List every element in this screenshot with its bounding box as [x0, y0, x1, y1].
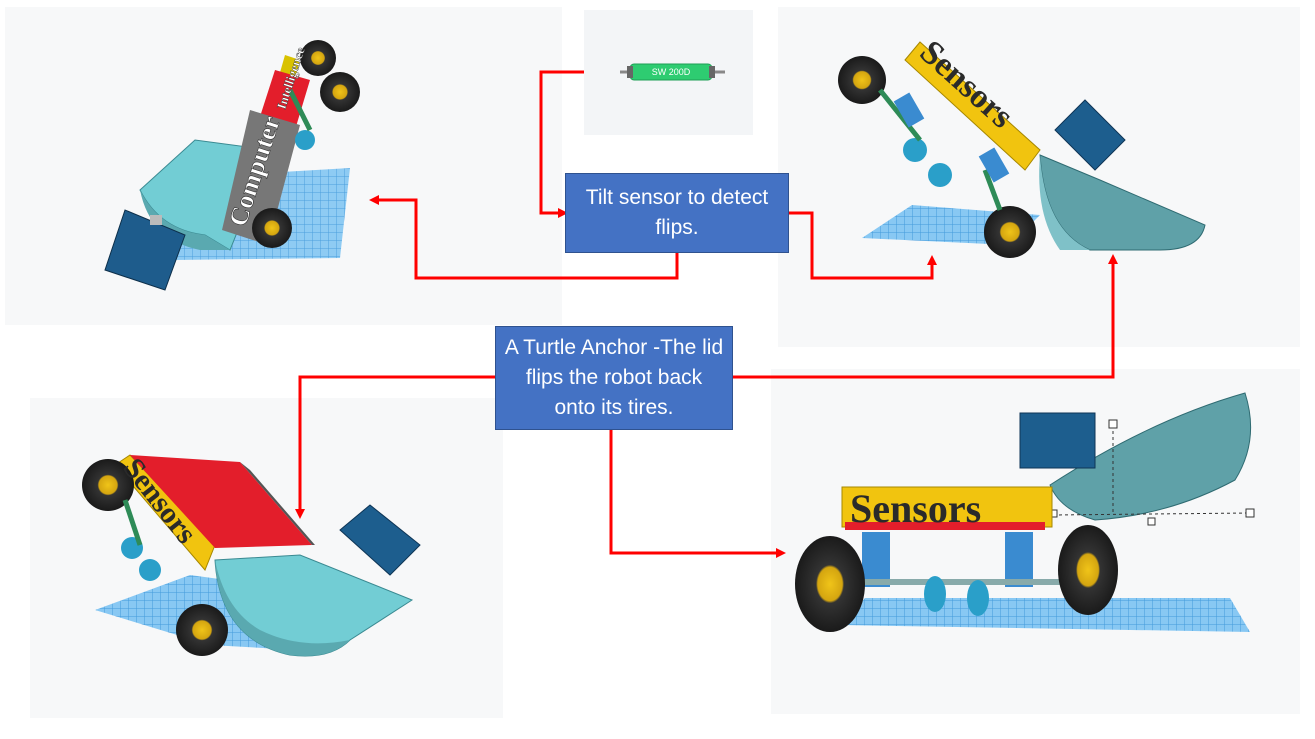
arrow-anchor-to-bottom-left: [295, 375, 495, 519]
callout-tilt-sensor: Tilt sensor to detect flips.: [565, 173, 789, 253]
tilt-switch-label: SW 200D: [651, 67, 691, 77]
label-sensors-top-right: Sensors: [913, 33, 1021, 135]
arrow-anchor-to-top-right: [733, 254, 1118, 379]
label-sensors-bottom-right: Sensors: [850, 486, 981, 531]
robot-top-right: [838, 41, 1206, 258]
callout-turtle-anchor: A Turtle Anchor -The lid flips the robot…: [495, 326, 733, 430]
robot-top-left: [104, 40, 360, 291]
arrow-anchor-to-bottom-right: [609, 430, 786, 558]
